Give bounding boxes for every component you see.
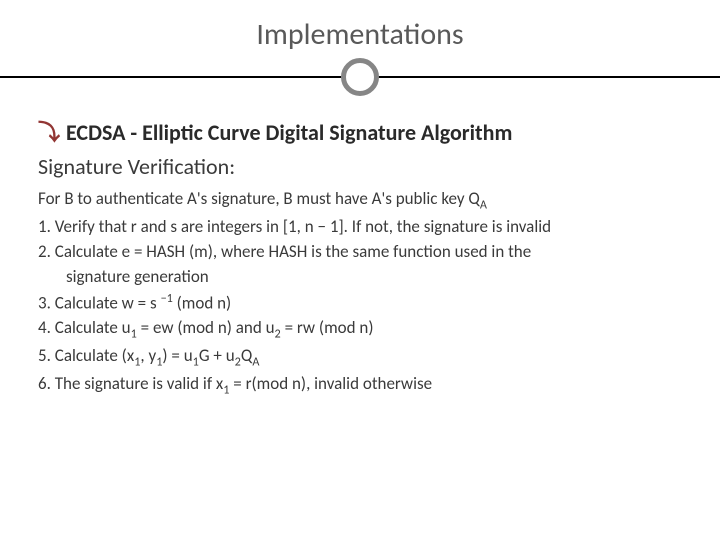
text: ) = u bbox=[162, 345, 192, 366]
superscript: −1 bbox=[160, 291, 172, 306]
text: , y bbox=[140, 345, 156, 366]
text: = r(mod n), invalid otherwise bbox=[229, 373, 432, 394]
line-4: 4. Calculate u1 = ew (mod n) and u2 = rw… bbox=[38, 317, 682, 343]
text: (mod n) bbox=[173, 292, 231, 313]
line-6: 6. The signature is valid if x1 = r(mod … bbox=[38, 373, 682, 399]
line-3: 3. Calculate w = s −1 (mod n) bbox=[38, 291, 682, 316]
subscript: A bbox=[480, 197, 487, 212]
line-2: 2. Calculate e = HASH (m), where HASH is… bbox=[38, 241, 682, 264]
content-area: ⤵ ECDSA - Elliptic Curve Digital Signatu… bbox=[0, 97, 720, 540]
text: = ew (mod n) and u bbox=[137, 317, 275, 338]
text: 3. Calculate w = s bbox=[38, 292, 160, 313]
text: G + u bbox=[199, 345, 235, 366]
subtitle-row: ⤵ ECDSA - Elliptic Curve Digital Signatu… bbox=[38, 115, 682, 147]
body-text: For B to authenticate A's signature, B m… bbox=[38, 188, 682, 399]
title-divider bbox=[0, 57, 720, 97]
slide: Implementations ⤵ ECDSA - Elliptic Curve… bbox=[0, 0, 720, 540]
circle-icon bbox=[341, 58, 379, 96]
slide-title: Implementations bbox=[0, 16, 720, 53]
line-2b: signature generation bbox=[38, 266, 682, 289]
text: Q bbox=[241, 345, 252, 366]
line-intro: For B to authenticate A's signature, B m… bbox=[38, 188, 682, 214]
text: 4. Calculate u bbox=[38, 317, 131, 338]
subscript: A bbox=[252, 355, 259, 370]
text: = rw (mod n) bbox=[281, 317, 374, 338]
subtitle-text: ECDSA - Elliptic Curve Digital Signature… bbox=[66, 119, 512, 146]
line-1: 1. Verify that r and s are integers in [… bbox=[38, 216, 682, 239]
bullet-icon: ⤵ bbox=[38, 115, 60, 147]
line-5: 5. Calculate (x1, y1) = u1G + u2QA bbox=[38, 345, 682, 371]
text: For B to authenticate A's signature, B m… bbox=[38, 188, 480, 209]
text: 6. The signature is valid if x bbox=[38, 373, 223, 394]
section-heading: Signature Verification: bbox=[38, 153, 682, 180]
text: 5. Calculate (x bbox=[38, 345, 134, 366]
